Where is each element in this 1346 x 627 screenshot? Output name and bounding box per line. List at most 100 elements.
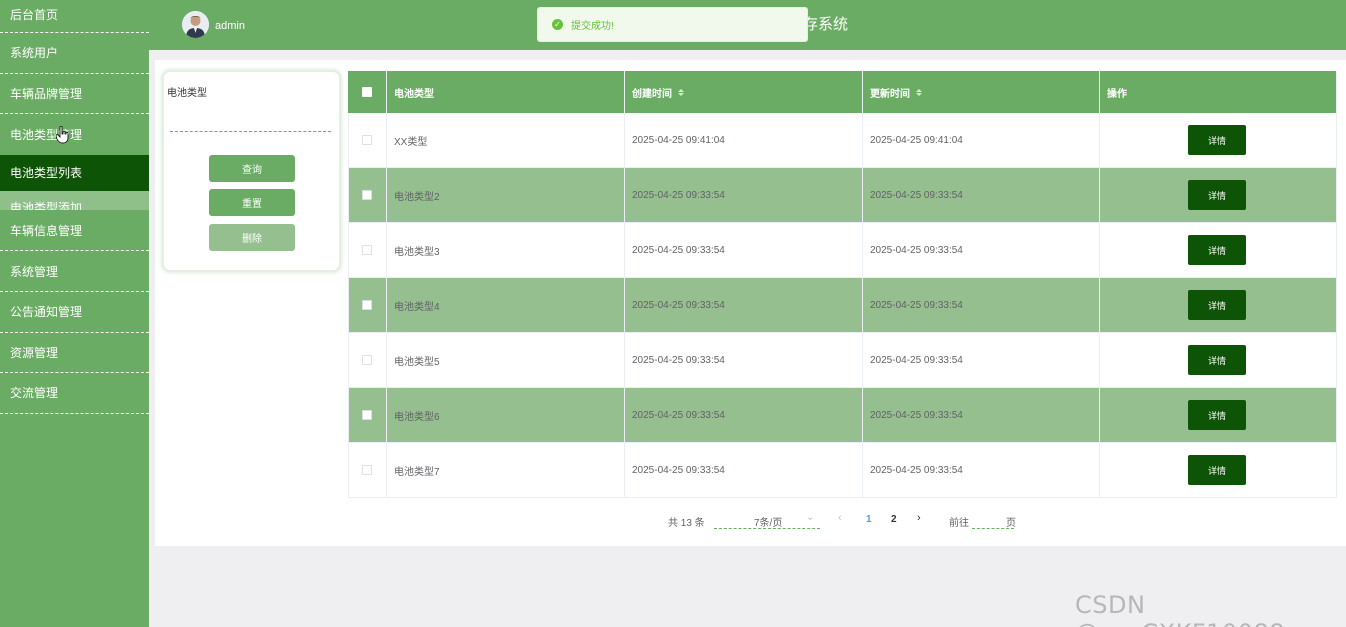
submenu-label: 电池类型列表 — [10, 166, 83, 181]
sort-icon[interactable] — [678, 88, 684, 96]
row-checkbox[interactable] — [362, 245, 372, 255]
cell-updated: 2025-04-25 09:33:54 — [863, 333, 1100, 387]
delete-button[interactable]: 删除 — [209, 224, 295, 251]
submenu-battery-type-list[interactable]: 电池类型列表 — [0, 154, 149, 191]
battery-type-search-input[interactable] — [170, 110, 331, 132]
cell-created: 2025-04-25 09:33:54 — [625, 168, 863, 222]
sidebar-item-battery-type[interactable]: 电池类型管理 — [0, 114, 149, 155]
cell-text: 2025-04-25 09:33:54 — [870, 354, 963, 366]
sidebar-item-vehicle-brand[interactable]: 车辆品牌管理 — [0, 74, 149, 115]
cell-text: 2025-04-25 09:41:04 — [632, 134, 725, 146]
sidebar-item-label: 系统用户 — [10, 46, 59, 61]
select-all-checkbox[interactable] — [362, 87, 372, 97]
watermark: CSDN @vx_CXKF10088 — [1075, 591, 1285, 627]
prev-page-icon[interactable]: ‹ — [838, 512, 842, 524]
page-suffix-label: 页 — [1006, 518, 1016, 529]
detail-button[interactable]: 详情 — [1188, 125, 1246, 155]
row-select-cell — [348, 388, 387, 442]
cell-type: 电池类型3 — [387, 223, 625, 277]
row-checkbox[interactable] — [362, 190, 372, 200]
table-body: XX类型 2025-04-25 09:41:04 2025-04-25 09:41:… — [348, 113, 1337, 498]
cell-text: 电池类型2 — [394, 191, 440, 203]
cell-actions: 详情 — [1100, 333, 1337, 387]
sidebar-item-home[interactable]: 后台首页 — [0, 0, 149, 33]
cell-text: 2025-04-25 09:33:54 — [870, 464, 963, 476]
cell-updated: 2025-04-25 09:33:54 — [863, 168, 1100, 222]
username: admin — [215, 20, 245, 32]
column-header-label: 操作 — [1107, 88, 1127, 100]
cell-text: 2025-04-25 09:33:54 — [870, 409, 963, 421]
hand-cursor-icon — [56, 126, 69, 144]
avatar[interactable] — [182, 11, 209, 38]
page-number-1[interactable]: 1 — [866, 514, 872, 525]
detail-button[interactable]: 详情 — [1188, 345, 1246, 375]
row-checkbox[interactable] — [362, 355, 372, 365]
submenu-battery-type-add[interactable]: 电池类型添加 — [0, 190, 149, 211]
cell-actions: 详情 — [1100, 388, 1337, 442]
sidebar-item-label: 后台首页 — [10, 8, 59, 22]
cell-type: 电池类型2 — [387, 168, 625, 222]
toast-message: 提交成功! — [571, 21, 614, 32]
sidebar: 后台首页 系统用户 车辆品牌管理 电池类型管理 电池类型列表 电池类型添加 车辆… — [0, 0, 149, 627]
cell-text: 2025-04-25 09:33:54 — [632, 189, 725, 201]
row-checkbox[interactable] — [362, 465, 372, 475]
column-header-actions: 操作 — [1100, 71, 1337, 113]
cell-text: 2025-04-25 09:33:54 — [870, 189, 963, 201]
search-panel: 电池类型 查询 重置 删除 — [162, 70, 341, 272]
table-border — [348, 113, 349, 497]
table-row: 电池类型3 2025-04-25 09:33:54 2025-04-25 09:33… — [348, 223, 1337, 278]
system-title: 存系统 — [803, 16, 849, 33]
cell-text: 2025-04-25 09:33:54 — [632, 409, 725, 421]
user-avatar-icon — [182, 11, 209, 38]
reset-button[interactable]: 重置 — [209, 189, 295, 216]
cell-text: 2025-04-25 09:33:54 — [632, 299, 725, 311]
sidebar-item-label: 公告通知管理 — [10, 305, 83, 320]
detail-button[interactable]: 详情 — [1188, 290, 1246, 320]
row-select-cell — [348, 443, 387, 497]
row-checkbox[interactable] — [362, 410, 372, 420]
cell-updated: 2025-04-25 09:41:04 — [863, 113, 1100, 167]
success-check-icon: ✓ — [552, 19, 563, 30]
column-header-updated[interactable]: 更新时间 — [863, 71, 1100, 113]
cell-created: 2025-04-25 09:33:54 — [625, 388, 863, 442]
page-size-select[interactable]: 7条/页 ⌄ — [714, 511, 820, 529]
sidebar-item-notice[interactable]: 公告通知管理 — [0, 292, 149, 333]
cell-updated: 2025-04-25 09:33:54 — [863, 388, 1100, 442]
cell-actions: 详情 — [1100, 113, 1337, 167]
sidebar-item-system-admin[interactable]: 系统管理 — [0, 251, 149, 292]
sidebar-item-resources[interactable]: 资源管理 — [0, 333, 149, 374]
row-select-cell — [348, 333, 387, 387]
detail-button[interactable]: 详情 — [1188, 180, 1246, 210]
sidebar-item-vehicle-info[interactable]: 车辆信息管理 — [0, 211, 149, 252]
table-row: XX类型 2025-04-25 09:41:04 2025-04-25 09:41:… — [348, 113, 1337, 168]
column-header-label: 创建时间 — [632, 88, 672, 100]
detail-button[interactable]: 详情 — [1188, 455, 1246, 485]
page-number-2[interactable]: 2 — [891, 514, 897, 525]
cell-type: 电池类型5 — [387, 333, 625, 387]
row-select-cell — [348, 168, 387, 222]
detail-button[interactable]: 详情 — [1188, 235, 1246, 265]
cell-text: 电池类型3 — [394, 246, 440, 258]
sort-icon[interactable] — [916, 88, 922, 96]
table-header: 电池类型 创建时间 更新时间 操作 — [348, 71, 1337, 113]
next-page-icon[interactable]: › — [917, 512, 921, 524]
detail-button[interactable]: 详情 — [1188, 400, 1246, 430]
cell-text: XX类型 — [394, 136, 428, 148]
sidebar-item-label: 系统管理 — [10, 264, 59, 279]
query-button[interactable]: 查询 — [209, 155, 295, 182]
cell-updated: 2025-04-25 09:33:54 — [863, 223, 1100, 277]
chevron-down-icon: ⌄ — [806, 512, 815, 523]
column-header-created[interactable]: 创建时间 — [625, 71, 863, 113]
table-row: 电池类型7 2025-04-25 09:33:54 2025-04-25 09:33… — [348, 443, 1337, 498]
sidebar-item-system-users[interactable]: 系统用户 — [0, 33, 149, 74]
column-header-label: 电池类型 — [394, 88, 434, 100]
sidebar-item-label: 车辆品牌管理 — [10, 86, 83, 101]
table-row: 电池类型4 2025-04-25 09:33:54 2025-04-25 09:33… — [348, 278, 1337, 333]
row-checkbox[interactable] — [362, 135, 372, 145]
row-select-cell — [348, 278, 387, 332]
sidebar-item-discussion[interactable]: 交流管理 — [0, 373, 149, 414]
row-checkbox[interactable] — [362, 300, 372, 310]
cell-type: 电池类型4 — [387, 278, 625, 332]
sidebar-item-label: 资源管理 — [10, 345, 59, 360]
goto-label: 前往 — [949, 518, 969, 529]
